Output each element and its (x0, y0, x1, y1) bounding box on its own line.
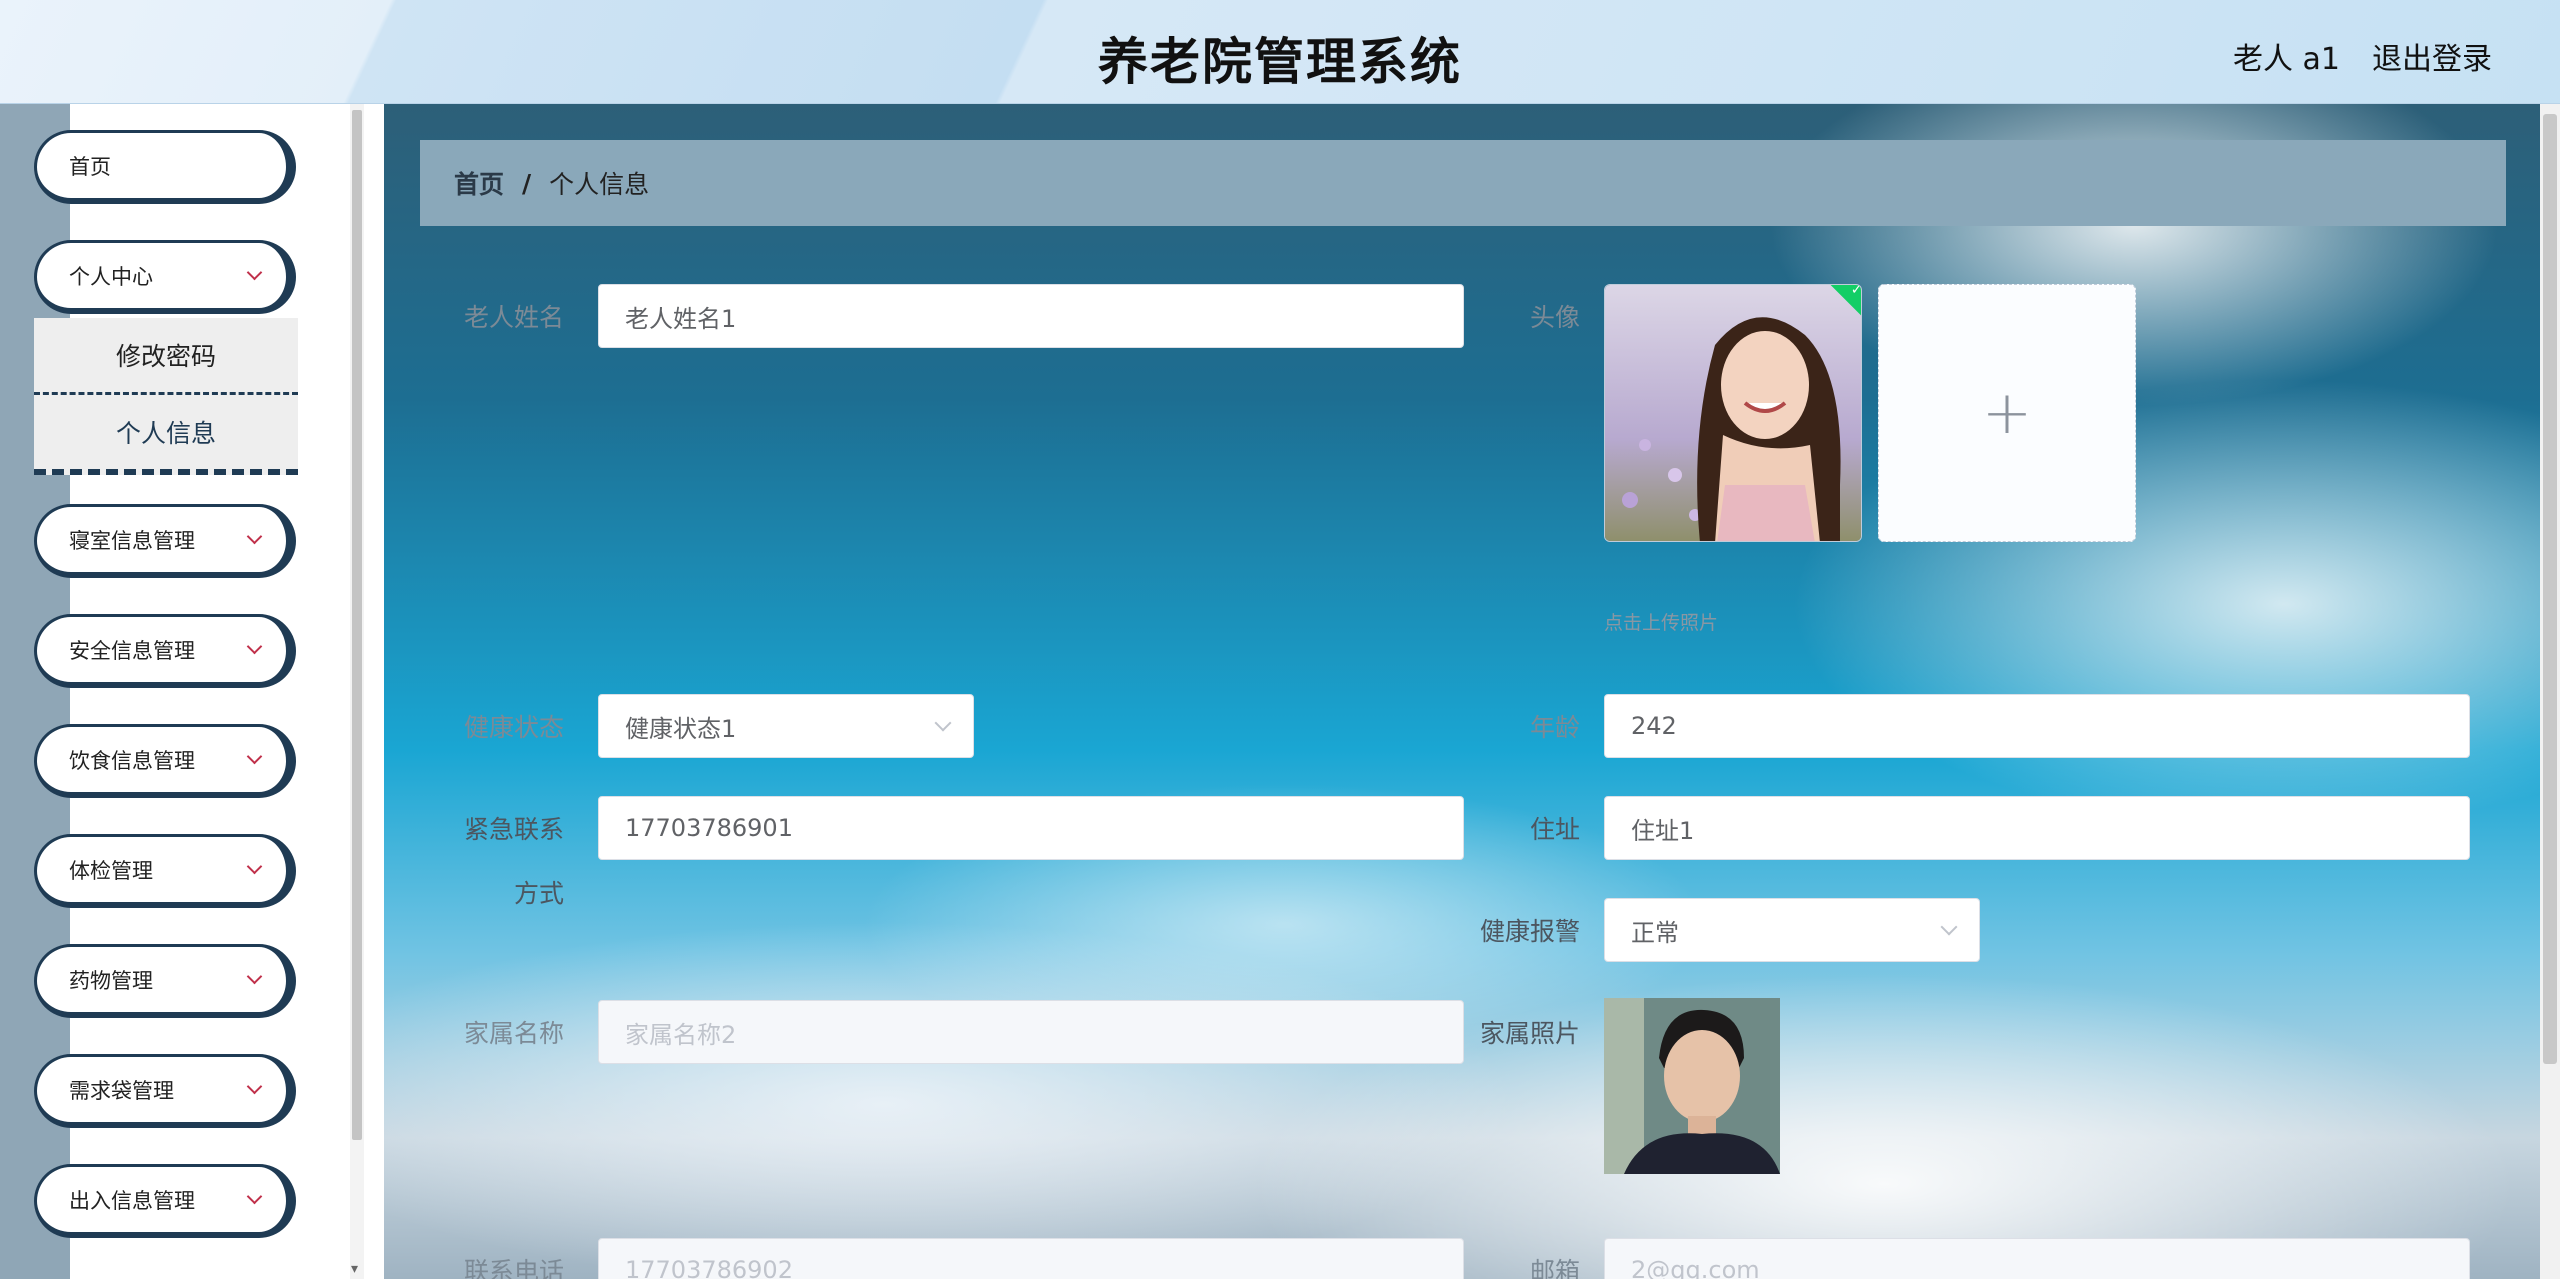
chevron-down-icon (246, 638, 263, 655)
age-label: 年龄 (1529, 713, 1580, 742)
sidebar-item-label: 寝室信息管理 (69, 528, 195, 553)
chevron-down-icon (1940, 918, 1958, 936)
family-photo (1604, 998, 1780, 1174)
main-scrollbar-thumb[interactable] (2543, 114, 2557, 1064)
emergency-contact-input[interactable]: 17703786901 (598, 796, 1464, 860)
plus-icon: + (1981, 378, 2033, 448)
top-header: 养老院管理系统 老人 a1 退出登录 (0, 0, 2560, 104)
health-alarm-value: 正常 (1631, 918, 1679, 947)
sidebar-item-checkup[interactable]: 体检管理 (34, 834, 296, 908)
address-input[interactable]: 住址1 (1604, 796, 2470, 860)
current-user: 老人 a1 (2232, 42, 2340, 77)
name-input[interactable]: 老人姓名1 (598, 284, 1464, 348)
upload-avatar-button[interactable]: + (1878, 284, 2136, 542)
chevron-down-icon (934, 714, 952, 732)
check-icon: ✓ (1850, 284, 1862, 298)
sidebar-item-personal-center[interactable]: 个人中心 (34, 240, 296, 314)
sidebar-item-home[interactable]: 首页 (34, 130, 296, 204)
health-select-value: 健康状态1 (625, 714, 737, 743)
sidebar-item-label: 安全信息管理 (69, 638, 195, 663)
health-alarm-select[interactable]: 正常 (1604, 898, 1980, 962)
avatar-photo[interactable]: ✓ (1604, 284, 1862, 542)
sidebar-item-needs[interactable]: 需求袋管理 (34, 1054, 296, 1128)
sidebar-scrollbar-thumb[interactable] (352, 110, 362, 1140)
breadcrumb: 首页 / 个人信息 (420, 140, 2506, 226)
chevron-down-icon (246, 968, 263, 985)
chevron-down-icon (246, 748, 263, 765)
chevron-down-icon (246, 858, 263, 875)
health-select[interactable]: 健康状态1 (598, 694, 974, 758)
family-name-input[interactable]: 家属名称2 (598, 1000, 1464, 1064)
logout-button[interactable]: 退出登录 (2372, 34, 2492, 78)
sidebar-item-label: 出入信息管理 (69, 1188, 195, 1213)
family-name-label: 家属名称 (463, 1019, 564, 1048)
sidebar-item-safety[interactable]: 安全信息管理 (34, 614, 296, 688)
phone-input[interactable]: 17703786902 (598, 1238, 1464, 1279)
sidebar-item-label: 饮食信息管理 (69, 748, 195, 773)
main-content: 首页 / 个人信息 老人姓名 老人姓名1 头像 ✓ + 点击上传照片 健康状态 (384, 104, 2540, 1279)
submenu-item-change-password[interactable]: 修改密码 (34, 318, 298, 395)
submenu-item-personal-info[interactable]: 个人信息 (34, 395, 298, 475)
chevron-down-icon (246, 528, 263, 545)
sidebar-item-medicine[interactable]: 药物管理 (34, 944, 296, 1018)
sidebar-item-label: 首页 (69, 154, 111, 179)
sidebar-item-label: 需求袋管理 (69, 1078, 174, 1103)
sidebar-item-dorm[interactable]: 寝室信息管理 (34, 504, 296, 578)
chevron-down-icon (246, 1078, 263, 1095)
breadcrumb-current: 个人信息 (549, 170, 650, 199)
sidebar-item-label: 个人中心 (69, 264, 153, 289)
sidebar: 首页 个人中心 修改密码 个人信息 寝室信息管理 安全信息管理 饮食信息管理 体… (0, 104, 370, 1279)
family-photo-image (1604, 998, 1780, 1174)
chevron-down-icon (246, 264, 263, 281)
app-title: 养老院管理系统 (1098, 33, 1462, 91)
health-label: 健康状态 (463, 713, 564, 742)
avatar-label: 头像 (1529, 303, 1580, 332)
sidebar-item-access[interactable]: 出入信息管理 (34, 1164, 296, 1238)
name-label: 老人姓名 (463, 303, 564, 332)
address-label: 住址 (1529, 815, 1580, 844)
sidebar-scrollbar[interactable]: ▾ (350, 104, 364, 1279)
email-input[interactable]: 2@qq.com (1604, 1238, 2470, 1279)
emergency-label-line1: 紧急联系 (463, 815, 564, 844)
breadcrumb-home[interactable]: 首页 (454, 165, 504, 201)
health-alarm-label: 健康报警 (1479, 917, 1580, 946)
submenu-personal-center: 修改密码 个人信息 (34, 318, 298, 475)
scroll-down-arrow-icon[interactable]: ▾ (351, 1261, 358, 1277)
sidebar-item-label: 体检管理 (69, 858, 153, 883)
family-photo-label: 家属照片 (1479, 1019, 1580, 1048)
sidebar-item-diet[interactable]: 饮食信息管理 (34, 724, 296, 798)
upload-tip: 点击上传照片 (1604, 612, 1719, 634)
breadcrumb-separator: / (522, 168, 532, 198)
sidebar-item-label: 药物管理 (69, 968, 153, 993)
email-label: 邮箱 (1529, 1257, 1580, 1279)
age-input[interactable]: 242 (1604, 694, 2470, 758)
main-scrollbar[interactable] (2540, 104, 2560, 1279)
avatar-image (1605, 285, 1861, 541)
phone-label: 联系电话 (463, 1257, 564, 1279)
emergency-label-line2: 方式 (513, 879, 564, 908)
chevron-down-icon (246, 1188, 263, 1205)
